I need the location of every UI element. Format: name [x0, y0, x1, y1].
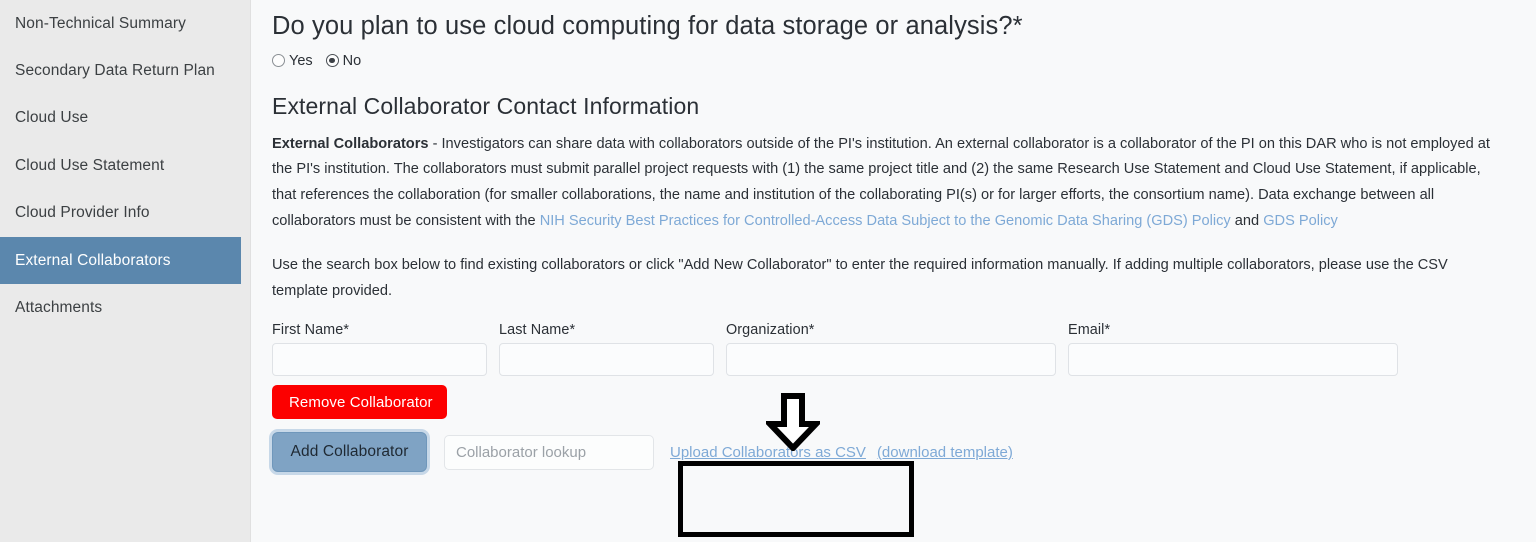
main-content: Do you plan to use cloud computing for d…	[251, 0, 1536, 542]
sidebar-item-label: Cloud Use	[15, 109, 89, 127]
organization-input[interactable]	[726, 343, 1056, 377]
sidebar-navigation: Non-Technical Summary Secondary Data Ret…	[0, 0, 251, 542]
sidebar-item-label: External Collaborators	[15, 251, 171, 269]
radio-yes[interactable]	[272, 54, 285, 68]
nih-security-best-practices-link[interactable]: NIH Security Best Practices for Controll…	[540, 213, 1231, 229]
upload-collaborators-as-csv-link[interactable]: Upload Collaborators as CSV	[670, 444, 866, 461]
csv-links-group: Upload Collaborators as CSV (download te…	[670, 444, 1013, 461]
radio-no[interactable]	[325, 54, 339, 68]
cloud-computing-radio-group: Yes No	[272, 53, 1516, 69]
add-collaborator-button[interactable]: Add Collaborator	[272, 432, 427, 473]
radio-no-label: No	[342, 52, 362, 69]
sidebar-item-label: Attachments	[15, 299, 103, 317]
sidebar-item-label: Non-Technical Summary	[15, 14, 186, 32]
section-title-external-collaborator-contact-information: External Collaborator Contact Informatio…	[272, 92, 700, 119]
collaborator-lookup-wrapper	[444, 434, 654, 470]
cloud-computing-question-title: Do you plan to use cloud computing for d…	[272, 12, 1023, 40]
email-label: Email*	[1068, 322, 1111, 339]
search-box-instructions: Use the search box below to find existin…	[272, 257, 1448, 299]
organization-label: Organization*	[726, 322, 815, 339]
sidebar-item-cloud-use[interactable]: Cloud Use	[0, 95, 250, 142]
first-name-field-group: First Name*	[272, 322, 487, 377]
last-name-input[interactable]	[499, 343, 714, 377]
sidebar-item-non-technical-summary[interactable]: Non-Technical Summary	[0, 0, 250, 47]
sidebar-item-label: Secondary Data Return Plan	[15, 62, 215, 80]
sidebar-item-label: Cloud Use Statement	[15, 156, 165, 174]
email-field-group: Email*	[1068, 322, 1398, 377]
last-name-field-group: Last Name*	[499, 322, 714, 377]
sidebar-item-cloud-provider-info[interactable]: Cloud Provider Info	[0, 190, 250, 237]
sidebar-item-external-collaborators[interactable]: External Collaborators	[0, 236, 241, 285]
last-name-label: Last Name*	[499, 322, 576, 339]
description-lead-text: External Collaborators	[272, 135, 429, 152]
sidebar-item-label: Cloud Provider Info	[15, 204, 150, 222]
download-template-link[interactable]: (download template)	[877, 444, 1013, 461]
email-input[interactable]	[1068, 343, 1398, 377]
collaborator-lookup-input[interactable]	[444, 434, 654, 470]
page-root: Non-Technical Summary Secondary Data Ret…	[0, 0, 1536, 542]
first-name-label: First Name*	[272, 322, 350, 339]
sidebar-item-cloud-use-statement[interactable]: Cloud Use Statement	[0, 142, 250, 189]
sidebar-item-attachments[interactable]: Attachments	[0, 284, 250, 331]
remove-collaborator-button[interactable]: Remove Collaborator	[272, 385, 447, 420]
collaborator-actions-row: Add Collaborator Upload Collaborators as…	[272, 432, 1516, 473]
collaborator-form-row: First Name* Last Name* Organization* Ema…	[272, 322, 1516, 377]
description-conjunction: and	[1230, 212, 1264, 229]
gds-policy-link[interactable]: GDS Policy	[1263, 213, 1338, 229]
organization-field-group: Organization*	[726, 322, 1056, 377]
external-collaborators-description: External Collaborators - Investigators c…	[272, 132, 1504, 234]
first-name-input[interactable]	[272, 343, 487, 377]
radio-yes-label: Yes	[289, 52, 313, 69]
sidebar-item-secondary-data-return-plan[interactable]: Secondary Data Return Plan	[0, 47, 250, 94]
